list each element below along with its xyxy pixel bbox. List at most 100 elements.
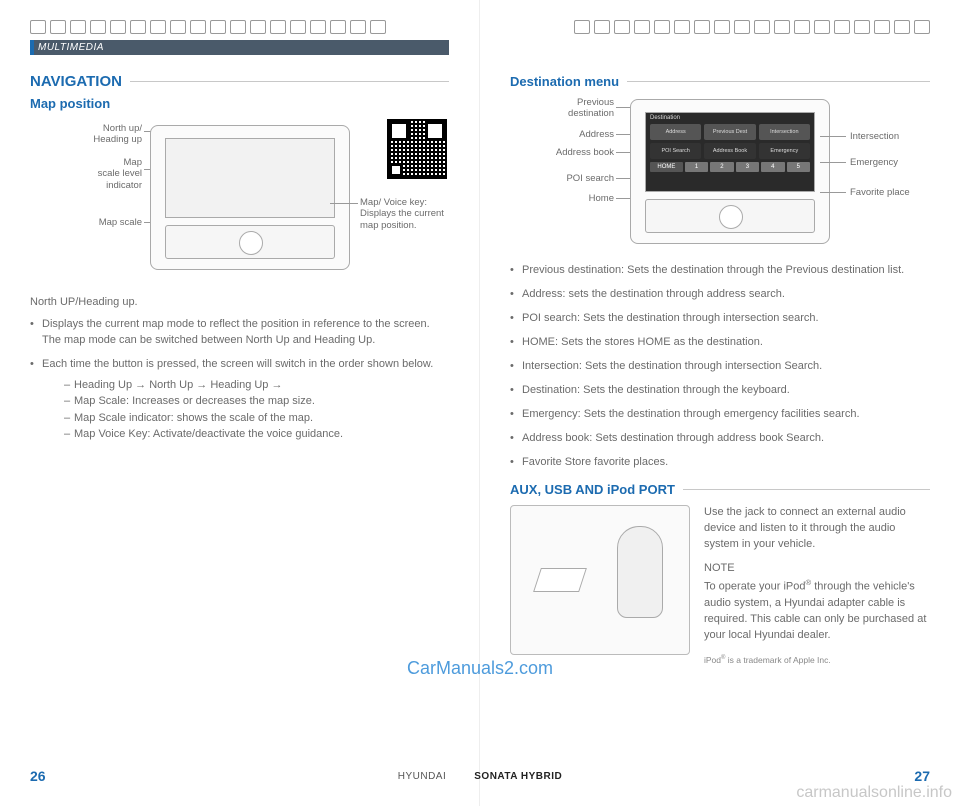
aux-paragraph: Use the jack to connect an external audi… <box>704 505 930 553</box>
fav-slot: 5 <box>787 162 810 172</box>
top-icon <box>714 20 730 34</box>
sub-bullet: Heading Up → North Up → Heading Up → <box>64 377 449 394</box>
note-body: To operate your iPod® through the vehicl… <box>704 577 930 643</box>
nav-device-illustration: Destination Address Previous Dest Inters… <box>630 99 830 244</box>
top-icon-strip <box>30 20 449 34</box>
bullet-item: Each time the button is pressed, the scr… <box>30 357 449 443</box>
top-icon-strip <box>510 20 930 34</box>
top-icon <box>754 20 770 34</box>
top-icon <box>250 20 266 34</box>
callout-previous-destination: Previous destination <box>510 97 614 120</box>
footnote-part: is a trademark of Apple Inc. <box>725 655 830 665</box>
tile-emergency: Emergency <box>759 143 810 159</box>
top-icon <box>874 20 890 34</box>
tile-poi-search: POI Search <box>650 143 701 159</box>
bullet-item: Destination: Sets the destination throug… <box>510 383 930 399</box>
destination-bullets: Previous destination: Sets the destinati… <box>510 263 930 470</box>
tile-previous-dest: Previous Dest <box>704 124 755 140</box>
callout-lead <box>820 162 846 163</box>
heading-text: Destination menu <box>510 74 619 89</box>
top-icon <box>654 20 670 34</box>
top-icon <box>170 20 186 34</box>
heading-text: Map position <box>30 96 110 111</box>
aux-section: AUX USB iPod Use the jack to connect an … <box>510 505 930 665</box>
fav-slot: 3 <box>736 162 759 172</box>
top-icon <box>634 20 650 34</box>
bullet-item: Previous destination: Sets the destinati… <box>510 263 930 279</box>
note-heading: NOTE <box>704 561 930 577</box>
callout-lead <box>330 203 358 204</box>
callout-lead <box>820 136 846 137</box>
sub-bullet: Map Voice Key: Activate/deactivate the v… <box>64 426 449 443</box>
top-icon <box>854 20 870 34</box>
device-screen <box>165 138 335 218</box>
screen-header: Destination <box>646 113 814 121</box>
top-icon <box>50 20 66 34</box>
top-icon <box>774 20 790 34</box>
heading-text: NAVIGATION <box>30 73 122 90</box>
fav-slot: 2 <box>710 162 733 172</box>
top-icon <box>30 20 46 34</box>
heading-text: AUX, USB AND iPod PORT <box>510 482 675 497</box>
top-icon <box>794 20 810 34</box>
top-icon <box>834 20 850 34</box>
device-controls <box>645 199 815 233</box>
heading-map-position: Map position <box>30 96 449 111</box>
callout-poi-search: POI search <box>510 173 614 184</box>
map-position-diagram: North up/ Heading up Map scale level ind… <box>30 117 449 287</box>
top-icon <box>150 20 166 34</box>
top-icon <box>90 20 106 34</box>
top-icon <box>110 20 126 34</box>
aux-text-block: Use the jack to connect an external audi… <box>704 505 930 665</box>
top-icon <box>914 20 930 34</box>
tile-intersection: Intersection <box>759 124 810 140</box>
top-icon <box>814 20 830 34</box>
top-icon <box>614 20 630 34</box>
callout-address-book: Address book <box>510 147 614 158</box>
bullet-item: Address: sets the destination through ad… <box>510 287 930 303</box>
aux-port-label: AUX USB iPod <box>540 572 582 578</box>
heading-rule <box>683 489 930 490</box>
aux-port-illustration: AUX USB iPod <box>510 505 690 655</box>
bullet-item: Displays the current map mode to reflect… <box>30 317 449 349</box>
top-icon <box>674 20 690 34</box>
heading-navigation: NAVIGATION <box>30 73 449 90</box>
footer: HYUNDAI SONATA HYBRID <box>0 771 960 782</box>
heading-rule <box>627 81 930 82</box>
device-controls <box>165 225 335 259</box>
section-band: MULTIMEDIA <box>30 40 449 55</box>
bullet-item: Intersection: Sets the destination throu… <box>510 359 930 375</box>
sub-bullet: Map Scale indicator: shows the scale of … <box>64 410 449 427</box>
top-icon <box>310 20 326 34</box>
top-icon <box>230 20 246 34</box>
top-icon <box>70 20 86 34</box>
map-position-bullets: Displays the current map mode to reflect… <box>30 317 449 443</box>
top-icon <box>350 20 366 34</box>
bullet-item: Favorite Store favorite places. <box>510 455 930 471</box>
callout-lead <box>820 192 846 193</box>
bullet-item: Emergency: Sets the destination through … <box>510 407 930 423</box>
top-icon <box>734 20 750 34</box>
top-icon <box>330 20 346 34</box>
heading-aux-usb-ipod: AUX, USB AND iPod PORT <box>510 482 930 497</box>
heading-destination-menu: Destination menu <box>510 74 930 89</box>
watermark-carmanualsonline: carmanualsonline.info <box>796 784 952 802</box>
sub-bullets: Heading Up → North Up → Heading Up → Map… <box>64 377 449 443</box>
sub-bullet: Map Scale: Increases or decreases the ma… <box>64 393 449 410</box>
device-screen: Destination Address Previous Dest Inters… <box>645 112 815 192</box>
top-icon <box>130 20 146 34</box>
callout-intersection: Intersection <box>850 131 899 142</box>
bullet-item: Address book: Sets destination through a… <box>510 431 930 447</box>
lead-paragraph: North UP/Heading up. <box>30 295 449 311</box>
fav-slot: 4 <box>761 162 784 172</box>
fav-home: HOME <box>650 162 683 172</box>
qr-code <box>387 119 447 179</box>
page-left: MULTIMEDIA NAVIGATION Map position North… <box>0 0 480 806</box>
top-icon <box>290 20 306 34</box>
callout-address: Address <box>510 129 614 140</box>
fav-slot: 1 <box>685 162 708 172</box>
nav-device-illustration <box>150 125 350 270</box>
bullet-item: POI search: Sets the destination through… <box>510 311 930 327</box>
footnote-part: iPod <box>704 655 721 665</box>
top-icon <box>894 20 910 34</box>
